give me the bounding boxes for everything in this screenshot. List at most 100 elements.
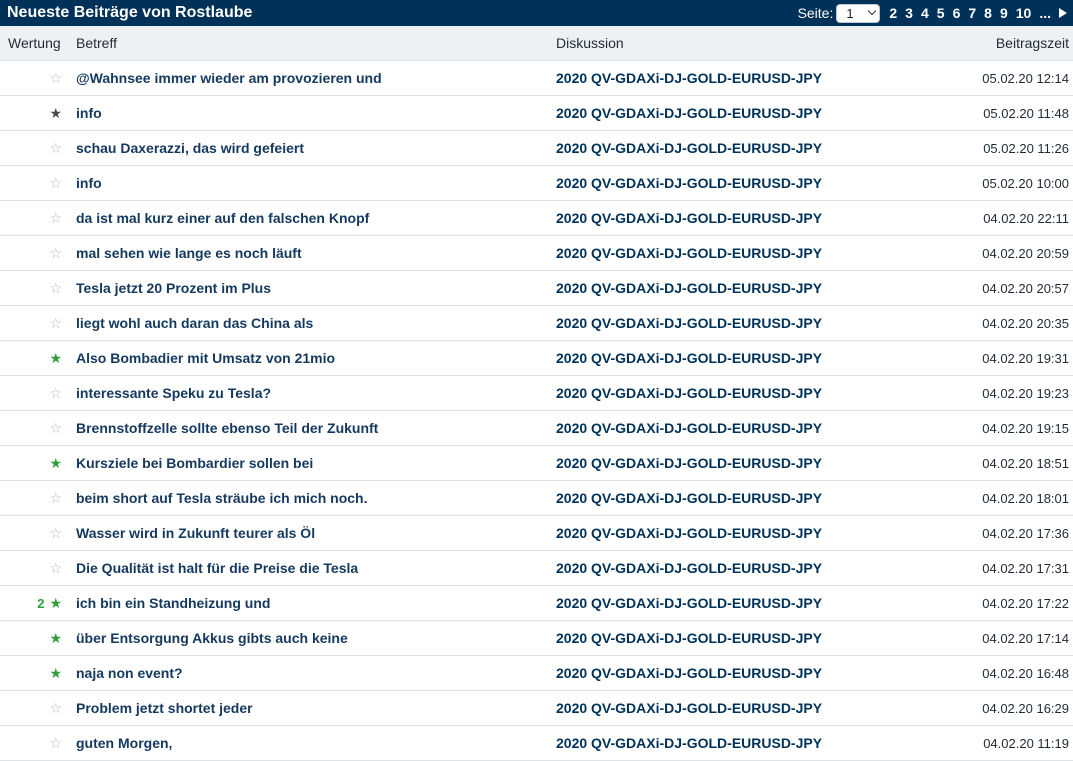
star-icon[interactable]: ☆ <box>49 316 62 330</box>
post-time: 04.02.20 16:48 <box>982 665 1069 681</box>
rating-cell: ☆ <box>0 736 76 750</box>
post-subject-link[interactable]: naja non event? <box>76 665 556 681</box>
discussion-link[interactable]: 2020 QV-GDAXi-DJ-GOLD-EURUSD-JPY <box>556 315 873 331</box>
discussion-link[interactable]: 2020 QV-GDAXi-DJ-GOLD-EURUSD-JPY <box>556 490 873 506</box>
post-subject-link[interactable]: beim short auf Tesla sträube ich mich no… <box>76 490 556 506</box>
page-link-6[interactable]: 6 <box>953 5 961 21</box>
post-subject-link[interactable]: da ist mal kurz einer auf den falschen K… <box>76 210 556 226</box>
discussion-link[interactable]: 2020 QV-GDAXi-DJ-GOLD-EURUSD-JPY <box>556 420 873 436</box>
post-subject-link[interactable]: Wasser wird in Zukunft teurer als Öl <box>76 525 556 541</box>
page-link-2[interactable]: 2 <box>889 5 897 21</box>
page-select-value: 1 <box>846 5 854 21</box>
column-header-rating[interactable]: Wertung <box>0 35 76 51</box>
table-row: ☆ interessante Speku zu Tesla? 2020 QV-GDA… <box>0 376 1073 411</box>
star-icon[interactable]: ☆ <box>49 526 62 540</box>
post-subject-link[interactable]: interessante Speku zu Tesla? <box>76 385 556 401</box>
star-icon[interactable]: ☆ <box>49 491 62 505</box>
star-icon[interactable]: ★ <box>49 351 62 365</box>
post-subject-link[interactable]: guten Morgen, <box>76 735 556 751</box>
post-subject-link[interactable]: Die Qualität ist halt für die Preise die… <box>76 560 556 576</box>
discussion-link[interactable]: 2020 QV-GDAXi-DJ-GOLD-EURUSD-JPY <box>556 385 873 401</box>
page-link-9[interactable]: 9 <box>1000 5 1008 21</box>
star-icon[interactable]: ☆ <box>49 386 62 400</box>
table-row: ★ info 2020 QV-GDAXi-DJ-GOLD-EURUSD-JPY 05.… <box>0 96 1073 131</box>
post-time: 04.02.20 19:23 <box>982 385 1069 401</box>
post-subject-link[interactable]: Kursziele bei Bombardier sollen bei <box>76 455 556 471</box>
post-time: 05.02.20 12:14 <box>982 70 1069 86</box>
page-select-dropdown[interactable]: 1 <box>836 3 881 23</box>
post-subject-link[interactable]: Problem jetzt shortet jeder <box>76 700 556 716</box>
column-header-discussion[interactable]: Diskussion <box>556 35 873 51</box>
discussion-link[interactable]: 2020 QV-GDAXi-DJ-GOLD-EURUSD-JPY <box>556 595 873 611</box>
star-icon[interactable]: ★ <box>49 456 62 470</box>
post-subject-link[interactable]: schau Daxerazzi, das wird gefeiert <box>76 140 556 156</box>
rating-cell: ☆ <box>0 386 76 400</box>
discussion-link[interactable]: 2020 QV-GDAXi-DJ-GOLD-EURUSD-JPY <box>556 245 873 261</box>
discussion-link[interactable]: 2020 QV-GDAXi-DJ-GOLD-EURUSD-JPY <box>556 70 873 86</box>
star-icon[interactable]: ☆ <box>49 246 62 260</box>
star-icon[interactable]: ★ <box>49 106 62 120</box>
discussion-link[interactable]: 2020 QV-GDAXi-DJ-GOLD-EURUSD-JPY <box>556 630 873 646</box>
post-time: 04.02.20 17:22 <box>982 595 1069 611</box>
post-subject-link[interactable]: ich bin ein Standheizung und <box>76 595 556 611</box>
star-icon[interactable]: ☆ <box>49 561 62 575</box>
post-time: 04.02.20 20:35 <box>982 315 1069 331</box>
star-icon[interactable]: ☆ <box>49 736 62 750</box>
star-icon[interactable]: ☆ <box>49 211 62 225</box>
page-link-5[interactable]: 5 <box>937 5 945 21</box>
post-time: 04.02.20 18:51 <box>982 455 1069 471</box>
discussion-link[interactable]: 2020 QV-GDAXi-DJ-GOLD-EURUSD-JPY <box>556 665 873 681</box>
star-icon[interactable]: ☆ <box>49 281 62 295</box>
table-row: ☆ Wasser wird in Zukunft teurer als Öl 202… <box>0 516 1073 551</box>
discussion-link[interactable]: 2020 QV-GDAXi-DJ-GOLD-EURUSD-JPY <box>556 210 873 226</box>
page-links: 2 3 4 5 6 7 8 9 10 <box>885 5 1035 21</box>
star-icon[interactable]: ☆ <box>49 71 62 85</box>
page-link-10[interactable]: 10 <box>1016 5 1032 21</box>
discussion-link[interactable]: 2020 QV-GDAXi-DJ-GOLD-EURUSD-JPY <box>556 350 873 366</box>
post-subject-link[interactable]: Brennstoffzelle sollte ebenso Teil der Z… <box>76 420 556 436</box>
chevron-down-icon <box>868 6 877 16</box>
table-header: Wertung Betreff Diskussion Beitragszeit <box>0 26 1073 61</box>
table-row: ☆ mal sehen wie lange es noch läuft 2020 Q… <box>0 236 1073 271</box>
star-icon[interactable]: ★ <box>49 666 62 680</box>
post-subject-link[interactable]: mal sehen wie lange es noch läuft <box>76 245 556 261</box>
rating-cell: ☆ <box>0 421 76 435</box>
discussion-link[interactable]: 2020 QV-GDAXi-DJ-GOLD-EURUSD-JPY <box>556 735 873 751</box>
table-row: ★ Kursziele bei Bombardier sollen bei 2020… <box>0 446 1073 481</box>
star-icon[interactable]: ☆ <box>49 141 62 155</box>
page-link-7[interactable]: 7 <box>968 5 976 21</box>
star-icon[interactable]: ★ <box>49 631 62 645</box>
discussion-link[interactable]: 2020 QV-GDAXi-DJ-GOLD-EURUSD-JPY <box>556 560 873 576</box>
post-subject-link[interactable]: info <box>76 175 556 191</box>
star-icon[interactable]: ☆ <box>49 176 62 190</box>
rating-cell: ☆ <box>0 211 76 225</box>
post-subject-link[interactable]: Tesla jetzt 20 Prozent im Plus <box>76 280 556 296</box>
star-icon[interactable]: ☆ <box>49 421 62 435</box>
next-page-arrow-icon[interactable] <box>1059 8 1067 18</box>
post-time: 04.02.20 17:36 <box>982 525 1069 541</box>
post-time: 04.02.20 19:31 <box>982 350 1069 366</box>
pagination: Seite: 1 2 3 4 5 6 7 8 9 10 ... <box>798 3 1067 23</box>
discussion-link[interactable]: 2020 QV-GDAXi-DJ-GOLD-EURUSD-JPY <box>556 525 873 541</box>
rating-cell: ☆ <box>0 316 76 330</box>
column-header-time[interactable]: Beitragszeit <box>873 35 1073 51</box>
table-row: ★ Also Bombadier mit Umsatz von 21mio 2020… <box>0 341 1073 376</box>
page-link-4[interactable]: 4 <box>921 5 929 21</box>
post-time: 04.02.20 19:15 <box>982 420 1069 436</box>
post-subject-link[interactable]: Also Bombadier mit Umsatz von 21mio <box>76 350 556 366</box>
column-header-subject[interactable]: Betreff <box>76 35 556 51</box>
discussion-link[interactable]: 2020 QV-GDAXi-DJ-GOLD-EURUSD-JPY <box>556 700 873 716</box>
discussion-link[interactable]: 2020 QV-GDAXi-DJ-GOLD-EURUSD-JPY <box>556 280 873 296</box>
post-subject-link[interactable]: info <box>76 105 556 121</box>
star-icon[interactable]: ★ <box>49 596 62 610</box>
post-subject-link[interactable]: über Entsorgung Akkus gibts auch keine <box>76 630 556 646</box>
discussion-link[interactable]: 2020 QV-GDAXi-DJ-GOLD-EURUSD-JPY <box>556 105 873 121</box>
discussion-link[interactable]: 2020 QV-GDAXi-DJ-GOLD-EURUSD-JPY <box>556 455 873 471</box>
post-subject-link[interactable]: @Wahnsee immer wieder am provozieren und <box>76 70 556 86</box>
post-subject-link[interactable]: liegt wohl auch daran das China als <box>76 315 556 331</box>
discussion-link[interactable]: 2020 QV-GDAXi-DJ-GOLD-EURUSD-JPY <box>556 140 873 156</box>
discussion-link[interactable]: 2020 QV-GDAXi-DJ-GOLD-EURUSD-JPY <box>556 175 873 191</box>
star-icon[interactable]: ☆ <box>49 701 62 715</box>
page-link-8[interactable]: 8 <box>984 5 992 21</box>
page-link-3[interactable]: 3 <box>905 5 913 21</box>
